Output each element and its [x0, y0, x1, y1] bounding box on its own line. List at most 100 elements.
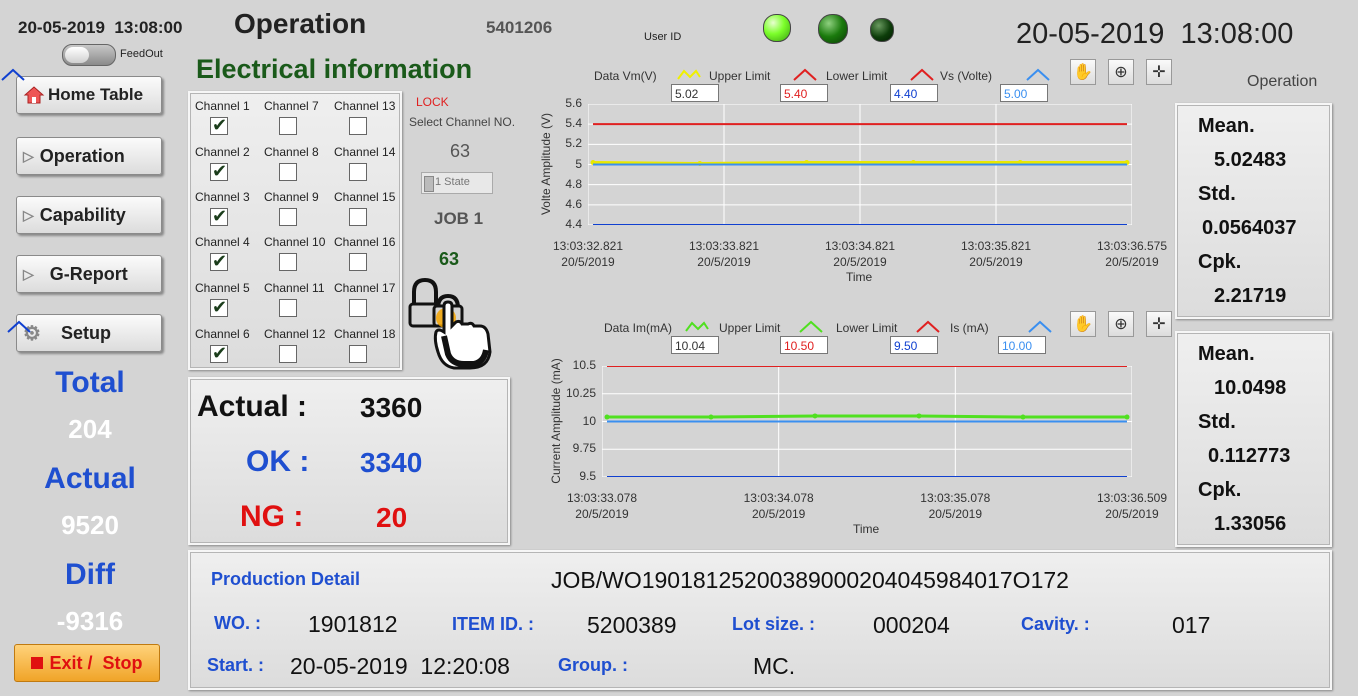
job-label: JOB 1: [434, 209, 484, 228]
status-light-2: [818, 14, 848, 44]
production-title: Production Detail: [211, 569, 361, 589]
channel-checkbox[interactable]: [349, 299, 367, 317]
zoom-tool-button[interactable]: ⊕: [1108, 311, 1134, 337]
feedout-toggle[interactable]: [62, 44, 116, 66]
legend-swatch: [1, 68, 25, 81]
hand-icon: ✋: [1073, 64, 1093, 81]
channel-checkbox[interactable]: [349, 345, 367, 363]
channel-checkbox[interactable]: [349, 117, 367, 135]
legend-label: Upper Limit: [719, 321, 781, 335]
crosshair-tool-button[interactable]: ✛: [1146, 59, 1172, 85]
channel-checkbox[interactable]: [210, 343, 228, 364]
diff-value: -9316: [56, 606, 124, 636]
plot-area: [602, 366, 1132, 477]
exit-stop-button[interactable]: Exit / Stop: [14, 644, 160, 682]
legend-value[interactable]: 5.00: [1000, 84, 1048, 102]
x-tick-label: 20/5/2019: [833, 255, 887, 269]
channel-checkbox[interactable]: [349, 253, 367, 271]
total-value: 204: [68, 414, 112, 444]
header-datetime-large: 20-05-2019 13:08:00: [1016, 18, 1294, 50]
g-report-button[interactable]: ▷ G-Report: [16, 255, 162, 293]
crosshair-icon: ✛: [1152, 64, 1166, 81]
operation-button[interactable]: ▷ Operation: [16, 137, 162, 175]
crosshair-icon: ✛: [1152, 316, 1166, 333]
actual-label: Actual: [44, 462, 136, 495]
legend-swatch: [1026, 68, 1050, 81]
channel-label: Channel 18: [334, 327, 396, 341]
y-axis-label: Volte Amplitude (V): [539, 112, 553, 215]
channel-checkbox[interactable]: [210, 297, 228, 318]
state-switch[interactable]: 1 State: [421, 172, 493, 194]
data-point: [1020, 414, 1026, 420]
current-std-label: Std.: [1198, 411, 1236, 433]
crosshair-tool-button[interactable]: ✛: [1146, 311, 1172, 337]
channel-checkbox[interactable]: [279, 253, 297, 271]
group-value: MC.: [753, 653, 796, 679]
x-tick-label: 13:03:36.509: [1096, 491, 1168, 505]
legend-value[interactable]: 4.40: [890, 84, 938, 102]
hand-icon: ✋: [1073, 316, 1093, 333]
electrical-title: Electrical information: [196, 54, 473, 84]
x-axis-label: Time: [846, 270, 873, 284]
lock-hand-icon[interactable]: [408, 276, 498, 372]
zoom-tool-button[interactable]: ⊕: [1108, 59, 1134, 85]
capability-button[interactable]: ▷ Capability: [16, 196, 162, 234]
channel-checkbox[interactable]: [349, 163, 367, 181]
hand-tool-button[interactable]: ✋: [1070, 311, 1096, 337]
legend-value[interactable]: 10.04: [671, 336, 719, 354]
x-tick-label: 20/5/2019: [575, 507, 629, 521]
x-tick-label: 13:03:33.821: [688, 239, 760, 253]
voltage-mean-label: Mean.: [1198, 115, 1255, 137]
channel-checkbox[interactable]: [279, 208, 297, 226]
data-point: [812, 413, 818, 419]
start-label: Start. :: [207, 655, 265, 675]
voltage-mean-value: 5.02483: [1214, 149, 1287, 171]
channel-checkbox[interactable]: [210, 206, 228, 227]
legend-value[interactable]: 5.02: [671, 84, 719, 102]
data-point: [916, 413, 922, 419]
mode-label: Operation: [1247, 73, 1318, 90]
job-wo-value: JOB/WO19018125200389000204045984017O172: [551, 567, 1069, 593]
series-line: [607, 414, 1127, 419]
legend-value[interactable]: 9.50: [890, 336, 938, 354]
x-tick-label: 13:03:36.575: [1096, 239, 1168, 253]
feedout-toggle-knob: [65, 47, 89, 63]
channel-checkbox[interactable]: [210, 251, 228, 272]
setup-button[interactable]: ⚙ Setup: [16, 314, 162, 352]
x-tick-label: 13:03:34.078: [743, 491, 814, 505]
x-tick-label: 13:03:33.078: [566, 491, 638, 505]
channel-label: Channel 9: [264, 190, 319, 204]
data-point: [604, 414, 610, 420]
channel-checkbox[interactable]: [279, 299, 297, 317]
count-actual-label: Actual :: [197, 390, 308, 423]
item-id-label: ITEM ID. :: [452, 614, 534, 634]
diff-label: Diff: [65, 558, 115, 591]
x-tick-label: 13:03:35.821: [960, 239, 1032, 253]
home-icon: [23, 85, 45, 105]
lot-size-value: 000204: [873, 612, 950, 638]
channel-label: Channel 4: [195, 235, 250, 249]
channel-label: Channel 13: [334, 99, 396, 113]
hand-tool-button[interactable]: ✋: [1070, 59, 1096, 85]
channel-checkbox[interactable]: [279, 163, 297, 181]
current-cpk-value: 1.33056: [1214, 513, 1287, 535]
legend-value[interactable]: 5.40: [780, 84, 828, 102]
voltage-cpk-label: Cpk.: [1198, 251, 1242, 273]
x-tick-label: 20/5/2019: [697, 255, 751, 269]
channel-checkbox[interactable]: [279, 345, 297, 363]
channel-checkbox[interactable]: [210, 115, 228, 136]
legend-swatch: [7, 320, 31, 333]
legend-value[interactable]: 10.50: [780, 336, 828, 354]
x-tick-label: 20/5/2019: [1105, 507, 1159, 521]
y-axis-label: Current Amplitude (mA): [549, 357, 563, 484]
home-table-button[interactable]: Home Table: [16, 76, 162, 114]
channel-label: Channel 5: [195, 281, 250, 295]
channel-checkbox[interactable]: [279, 117, 297, 135]
lock-label: LOCK: [416, 95, 449, 109]
page-title: Operation: [234, 8, 367, 39]
legend-value[interactable]: 10.00: [998, 336, 1046, 354]
channel-checkbox[interactable]: [349, 208, 367, 226]
channel-checkbox[interactable]: [210, 161, 228, 182]
channel-label: Channel 17: [334, 281, 396, 295]
voltage-cpk-value: 2.21719: [1214, 285, 1287, 307]
